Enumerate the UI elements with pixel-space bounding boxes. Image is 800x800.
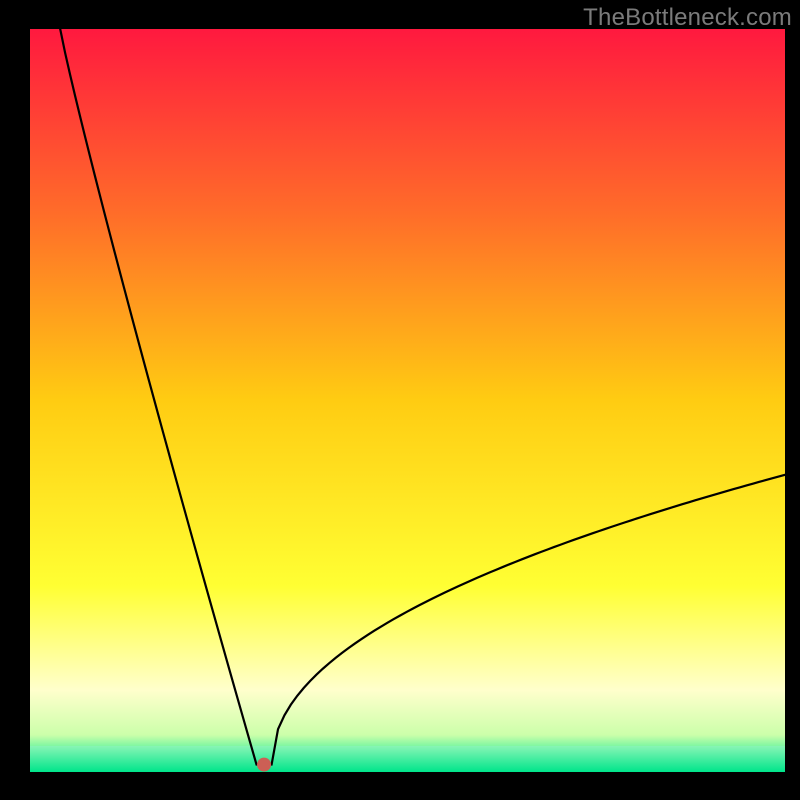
- plot-background: [30, 29, 785, 772]
- chart-svg: [0, 0, 800, 800]
- chart-canvas: [0, 0, 800, 800]
- marker-dot: [257, 758, 271, 772]
- green-band: [30, 746, 785, 772]
- watermark-text: TheBottleneck.com: [583, 4, 792, 32]
